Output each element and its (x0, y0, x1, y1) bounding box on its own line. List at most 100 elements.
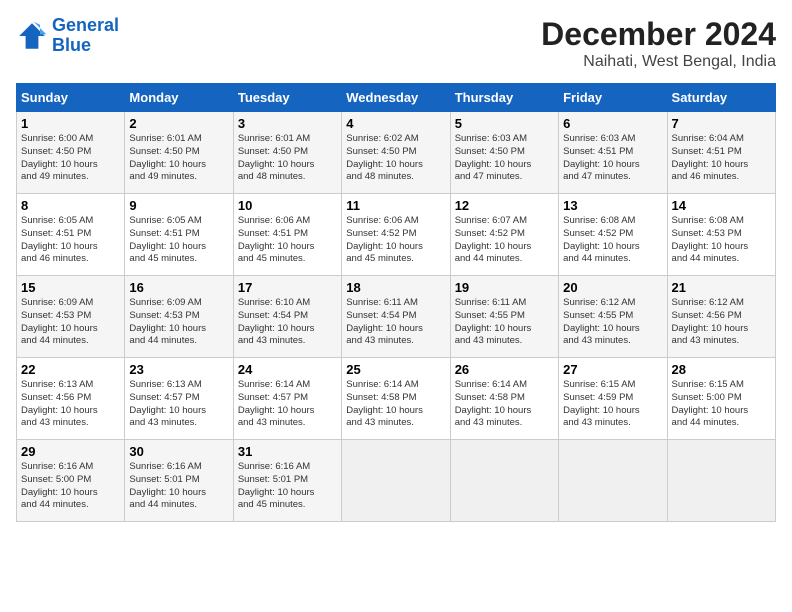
day-number: 31 (238, 444, 337, 459)
day-number: 30 (129, 444, 228, 459)
day-info: Sunrise: 6:02 AMSunset: 4:50 PMDaylight:… (346, 133, 445, 184)
day-number: 8 (21, 198, 120, 213)
day-number: 27 (563, 362, 662, 377)
month-title: December 2024 (541, 16, 776, 53)
header-wednesday: Wednesday (342, 84, 450, 112)
day-info: Sunrise: 6:08 AMSunset: 4:52 PMDaylight:… (563, 215, 662, 266)
day-number: 15 (21, 280, 120, 295)
day-number: 4 (346, 116, 445, 131)
day-info: Sunrise: 6:07 AMSunset: 4:52 PMDaylight:… (455, 215, 554, 266)
day-info: Sunrise: 6:01 AMSunset: 4:50 PMDaylight:… (129, 133, 228, 184)
day-number: 29 (21, 444, 120, 459)
week-row-2: 8 Sunrise: 6:05 AMSunset: 4:51 PMDaylight… (17, 194, 776, 276)
day-cell: 10 Sunrise: 6:06 AMSunset: 4:51 PMDayligh… (233, 194, 341, 276)
week-row-4: 22Sunrise: 6:13 AMSunset: 4:56 PMDayligh… (17, 358, 776, 440)
week-row-1: 1 Sunrise: 6:00 AMSunset: 4:50 PMDaylight… (17, 112, 776, 194)
day-cell: 29Sunrise: 6:16 AMSunset: 5:00 PMDayligh… (17, 440, 125, 522)
day-number: 9 (129, 198, 228, 213)
day-info: Sunrise: 6:13 AMSunset: 4:56 PMDaylight:… (21, 379, 120, 430)
day-info: Sunrise: 6:11 AMSunset: 4:54 PMDaylight:… (346, 297, 445, 348)
day-number: 3 (238, 116, 337, 131)
day-info: Sunrise: 6:14 AMSunset: 4:58 PMDaylight:… (346, 379, 445, 430)
day-number: 21 (672, 280, 771, 295)
day-info: Sunrise: 6:05 AMSunset: 4:51 PMDaylight:… (21, 215, 120, 266)
day-number: 1 (21, 116, 120, 131)
day-number: 2 (129, 116, 228, 131)
day-cell: 21 Sunrise: 6:12 AMSunset: 4:56 PMDayligh… (667, 276, 775, 358)
day-cell: 1 Sunrise: 6:00 AMSunset: 4:50 PMDaylight… (17, 112, 125, 194)
day-info: Sunrise: 6:14 AMSunset: 4:58 PMDaylight:… (455, 379, 554, 430)
day-number: 12 (455, 198, 554, 213)
day-cell: 8 Sunrise: 6:05 AMSunset: 4:51 PMDaylight… (17, 194, 125, 276)
day-cell: 25 Sunrise: 6:14 AMSunset: 4:58 PMDayligh… (342, 358, 450, 440)
day-info: Sunrise: 6:12 AMSunset: 4:55 PMDaylight:… (563, 297, 662, 348)
day-cell: 3 Sunrise: 6:01 AMSunset: 4:50 PMDaylight… (233, 112, 341, 194)
day-cell: 2 Sunrise: 6:01 AMSunset: 4:50 PMDaylight… (125, 112, 233, 194)
day-info: Sunrise: 6:00 AMSunset: 4:50 PMDaylight:… (21, 133, 120, 184)
day-cell: 26 Sunrise: 6:14 AMSunset: 4:58 PMDayligh… (450, 358, 558, 440)
day-info: Sunrise: 6:10 AMSunset: 4:54 PMDaylight:… (238, 297, 337, 348)
day-info: Sunrise: 6:09 AMSunset: 4:53 PMDaylight:… (129, 297, 228, 348)
day-cell: 5Sunrise: 6:03 AMSunset: 4:50 PMDaylight… (450, 112, 558, 194)
day-cell: 24Sunrise: 6:14 AMSunset: 4:57 PMDayligh… (233, 358, 341, 440)
calendar-body: 1 Sunrise: 6:00 AMSunset: 4:50 PMDaylight… (17, 112, 776, 522)
logo-icon (16, 20, 48, 52)
day-number: 23 (129, 362, 228, 377)
day-number: 14 (672, 198, 771, 213)
day-info: Sunrise: 6:16 AMSunset: 5:01 PMDaylight:… (129, 461, 228, 512)
day-cell: 23 Sunrise: 6:13 AMSunset: 4:57 PMDayligh… (125, 358, 233, 440)
day-cell: 9 Sunrise: 6:05 AMSunset: 4:51 PMDaylight… (125, 194, 233, 276)
day-cell (342, 440, 450, 522)
day-cell: 11Sunrise: 6:06 AMSunset: 4:52 PMDayligh… (342, 194, 450, 276)
day-cell: 28 Sunrise: 6:15 AMSunset: 5:00 PMDayligh… (667, 358, 775, 440)
title-area: December 2024 Naihati, West Bengal, Indi… (541, 16, 776, 71)
header-monday: Monday (125, 84, 233, 112)
day-cell: 31 Sunrise: 6:16 AMSunset: 5:01 PMDayligh… (233, 440, 341, 522)
day-number: 25 (346, 362, 445, 377)
day-number: 28 (672, 362, 771, 377)
page-header: General Blue December 2024 Naihati, West… (16, 16, 776, 71)
day-number: 24 (238, 362, 337, 377)
day-number: 26 (455, 362, 554, 377)
day-info: Sunrise: 6:08 AMSunset: 4:53 PMDaylight:… (672, 215, 771, 266)
day-cell: 7Sunrise: 6:04 AMSunset: 4:51 PMDaylight… (667, 112, 775, 194)
day-number: 20 (563, 280, 662, 295)
header-friday: Friday (559, 84, 667, 112)
day-cell: 17 Sunrise: 6:10 AMSunset: 4:54 PMDayligh… (233, 276, 341, 358)
day-cell: 19Sunrise: 6:11 AMSunset: 4:55 PMDayligh… (450, 276, 558, 358)
header-sunday: Sunday (17, 84, 125, 112)
logo-text: General Blue (52, 16, 119, 56)
day-cell: 20 Sunrise: 6:12 AMSunset: 4:55 PMDayligh… (559, 276, 667, 358)
day-number: 6 (563, 116, 662, 131)
day-cell: 30 Sunrise: 6:16 AMSunset: 5:01 PMDayligh… (125, 440, 233, 522)
day-number: 16 (129, 280, 228, 295)
day-cell: 15 Sunrise: 6:09 AMSunset: 4:53 PMDayligh… (17, 276, 125, 358)
day-info: Sunrise: 6:09 AMSunset: 4:53 PMDaylight:… (21, 297, 120, 348)
header-thursday: Thursday (450, 84, 558, 112)
day-number: 11 (346, 198, 445, 213)
day-info: Sunrise: 6:01 AMSunset: 4:50 PMDaylight:… (238, 133, 337, 184)
day-info: Sunrise: 6:16 AMSunset: 5:01 PMDaylight:… (238, 461, 337, 512)
day-cell: 14 Sunrise: 6:08 AMSunset: 4:53 PMDayligh… (667, 194, 775, 276)
day-cell: 4 Sunrise: 6:02 AMSunset: 4:50 PMDaylight… (342, 112, 450, 194)
calendar-header-row: SundayMondayTuesdayWednesdayThursdayFrid… (17, 84, 776, 112)
day-info: Sunrise: 6:13 AMSunset: 4:57 PMDaylight:… (129, 379, 228, 430)
day-cell: 27 Sunrise: 6:15 AMSunset: 4:59 PMDayligh… (559, 358, 667, 440)
day-info: Sunrise: 6:12 AMSunset: 4:56 PMDaylight:… (672, 297, 771, 348)
day-number: 5 (455, 116, 554, 131)
day-info: Sunrise: 6:15 AMSunset: 4:59 PMDaylight:… (563, 379, 662, 430)
logo: General Blue (16, 16, 119, 56)
day-info: Sunrise: 6:06 AMSunset: 4:51 PMDaylight:… (238, 215, 337, 266)
day-cell: 18 Sunrise: 6:11 AMSunset: 4:54 PMDayligh… (342, 276, 450, 358)
day-info: Sunrise: 6:05 AMSunset: 4:51 PMDaylight:… (129, 215, 228, 266)
day-number: 17 (238, 280, 337, 295)
day-cell: 12 Sunrise: 6:07 AMSunset: 4:52 PMDayligh… (450, 194, 558, 276)
day-number: 10 (238, 198, 337, 213)
week-row-3: 15 Sunrise: 6:09 AMSunset: 4:53 PMDayligh… (17, 276, 776, 358)
day-cell (667, 440, 775, 522)
day-cell: 22Sunrise: 6:13 AMSunset: 4:56 PMDayligh… (17, 358, 125, 440)
location-subtitle: Naihati, West Bengal, India (541, 53, 776, 71)
day-number: 18 (346, 280, 445, 295)
calendar-table: SundayMondayTuesdayWednesdayThursdayFrid… (16, 83, 776, 522)
day-info: Sunrise: 6:15 AMSunset: 5:00 PMDaylight:… (672, 379, 771, 430)
